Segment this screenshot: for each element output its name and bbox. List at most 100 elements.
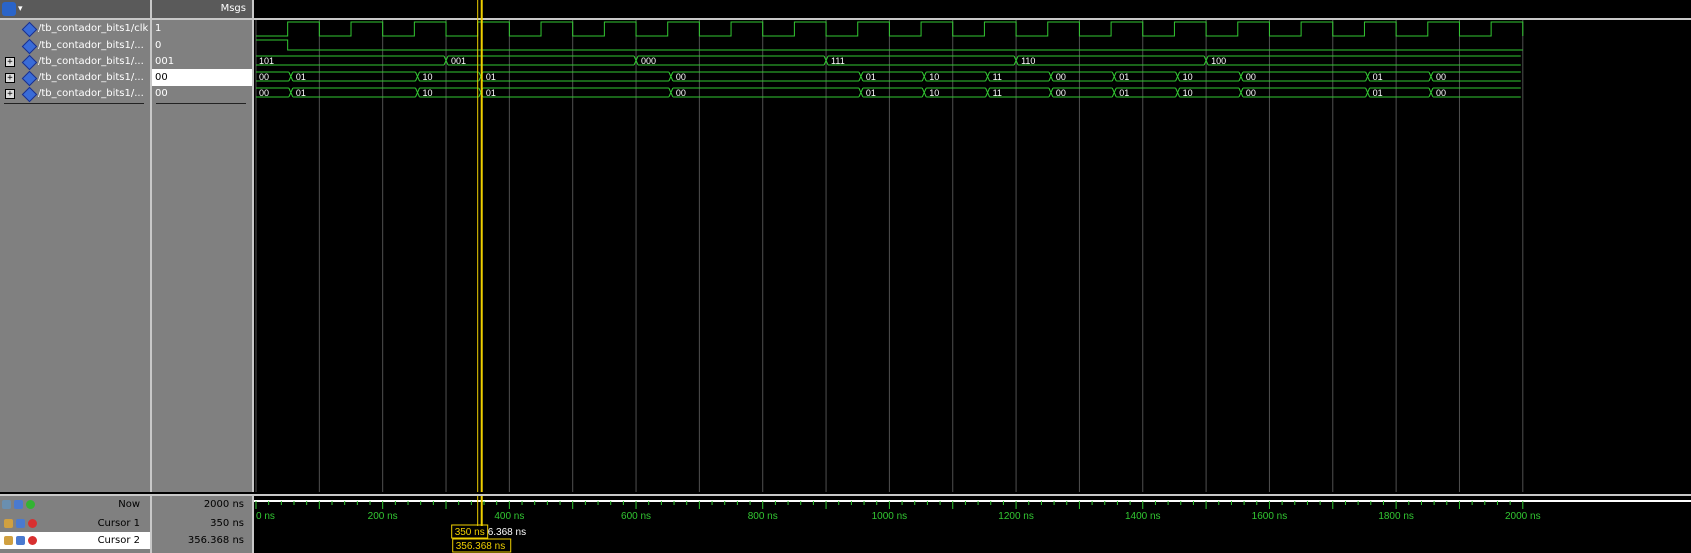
wave-toolbar-icon[interactable]	[2, 2, 16, 16]
insertion-marker	[156, 103, 246, 104]
bus-b-value-label: 11	[993, 88, 1002, 98]
cursor-row-1[interactable]: Cursor 1	[0, 515, 150, 532]
bus-b-transition	[858, 87, 864, 98]
signal-icon	[21, 70, 38, 87]
bus-b-transition	[1428, 87, 1434, 98]
timeline-tick-label: 1200 ns	[998, 511, 1034, 522]
timeline-tick-label: 1600 ns	[1252, 511, 1288, 522]
cursor-label: Cursor 2	[97, 535, 140, 546]
plus-circle-icon[interactable]	[26, 500, 35, 509]
cursor-name-pane: Now Cursor 1 Cursor 2	[0, 494, 152, 553]
bus3-value-label: 001	[451, 56, 466, 66]
bus3-value-label: 111	[831, 56, 845, 66]
cursor-flag-label: 356.368 ns	[456, 541, 506, 552]
cursor-delta-label: 6.368 ns	[488, 527, 526, 538]
bus-b-value-label: 10	[929, 88, 939, 98]
msgs-label: Msgs	[220, 3, 246, 14]
timeline-tick-label: 1400 ns	[1125, 511, 1161, 522]
bus3-value-label: 110	[1021, 56, 1035, 66]
signal-row-clk[interactable]: /tb_contador_bits1/clk	[0, 20, 150, 38]
add-cursor-icon[interactable]	[14, 500, 23, 509]
signal-icon	[21, 21, 38, 38]
bus-a-transition	[288, 71, 294, 82]
bus-b-value-label: 01	[296, 88, 306, 98]
signal-name: /tb_contador_bits1/clk	[38, 23, 149, 34]
bus-b-value-label: 01	[1373, 88, 1383, 98]
bus-a-value-label: 10	[929, 72, 939, 82]
timeline-tick-label: 800 ns	[748, 511, 778, 522]
bus-a-transition	[1428, 71, 1434, 82]
signal-icon	[21, 86, 38, 103]
timeline-tick-label: 2000 ns	[1505, 511, 1541, 522]
signal-row-3[interactable]: + /tb_contador_bits1/...	[0, 53, 150, 71]
expand-plus-icon[interactable]: +	[5, 57, 15, 67]
timeline-pane[interactable]: 0 ns 200 ns 400 ns 600 ns 800 ns 1000 ns 1200 …	[254, 494, 1691, 553]
remove-cursor-icon[interactable]	[28, 536, 37, 545]
bus-b-value-label: 00	[1246, 88, 1256, 98]
bus-b-transition	[1111, 87, 1117, 98]
clk-waveform	[256, 21, 1524, 37]
bus-b-value-label: 00	[1436, 88, 1446, 98]
now-label: Now	[118, 499, 140, 510]
signal-value-selected: 00	[152, 69, 252, 86]
signal-row-5[interactable]: + /tb_contador_bits1/...	[0, 85, 150, 103]
expand-plus-icon[interactable]: +	[5, 73, 15, 83]
signal-icon	[21, 54, 38, 71]
wave-window[interactable]: 101 001 000 111 110 100 00 01 10 01 00 01 10 11 00 01 10…	[254, 0, 1691, 492]
values-header: Msgs	[152, 0, 252, 20]
bus-a-value-label: 10	[423, 72, 433, 82]
cursor-row-2[interactable]: Cursor 2	[0, 532, 150, 549]
now-value: 2000 ns	[203, 499, 244, 510]
bus-b-value-label: 01	[1119, 88, 1129, 98]
bus-a-value-label: 00	[259, 72, 269, 82]
bus-a-transition	[858, 71, 864, 82]
wrench-icon[interactable]	[16, 519, 25, 528]
waveform-canvas[interactable]: 101 001 000 111 110 10000 01 10 01 00 01 10 11 00 01 10…	[254, 0, 1691, 492]
bus-b-transition	[415, 87, 420, 98]
bus-a-transition	[1048, 71, 1054, 82]
bus-b-transition	[1238, 87, 1244, 98]
lock-icon[interactable]	[4, 519, 13, 528]
signal-value-pane: Msgs 1 0 001 00 00	[152, 0, 254, 492]
timeline-tick-label: 200 ns	[368, 511, 398, 522]
bus-b-transition	[921, 87, 927, 98]
insertion-marker	[4, 103, 144, 104]
cursor-label: Cursor 1	[97, 518, 140, 529]
bus-a-value-label: 01	[1119, 72, 1129, 82]
signal-name: /tb_contador_bits1/...	[38, 88, 144, 99]
timeline-tick-label: 1000 ns	[872, 511, 908, 522]
timeline-tick-label: 1800 ns	[1378, 511, 1414, 522]
bus-a-value-label: 01	[486, 72, 496, 82]
cursor-value: 350 ns	[210, 518, 244, 529]
expand-plus-icon[interactable]: +	[5, 89, 15, 99]
bus-a-transition	[921, 71, 927, 82]
bus-b-transition	[1048, 87, 1054, 98]
signal-row-4[interactable]: + /tb_contador_bits1/...	[0, 69, 150, 87]
bus-a-value-label: 01	[1373, 72, 1383, 82]
bus-a-value-label: 00	[676, 72, 686, 82]
bus3-value-label: 101	[259, 56, 274, 66]
chevron-down-icon[interactable]: ▾	[18, 4, 23, 14]
bus-b-value-label: 10	[1183, 88, 1193, 98]
cursor-value: 356.368 ns	[187, 535, 244, 546]
wrench-icon[interactable]	[16, 536, 25, 545]
bus-a-transition	[985, 71, 991, 82]
now-row: Now	[0, 496, 150, 513]
wave-tool-icon[interactable]	[2, 500, 11, 509]
bus-b-transition	[985, 87, 991, 98]
remove-cursor-icon[interactable]	[28, 519, 37, 528]
timeline-canvas[interactable]: 0 ns 200 ns 400 ns 600 ns 800 ns 1000 ns 1200 …	[254, 496, 1691, 553]
signal-value: 001	[155, 56, 175, 67]
bus-a-transition	[1111, 71, 1117, 82]
signal-row-2[interactable]: /tb_contador_bits1/...	[0, 37, 150, 55]
bus-b-value-label: 00	[676, 88, 686, 98]
bus-b-transition	[668, 87, 674, 98]
timeline-tick-label: 400 ns	[494, 511, 524, 522]
timeline-tick-label: 600 ns	[621, 511, 651, 522]
bus-a-transition	[1175, 71, 1181, 82]
bus-b-value-label: 00	[259, 88, 269, 98]
bus-a-value-label: 01	[296, 72, 306, 82]
bus-a-transition	[415, 71, 420, 82]
bus-b-transition	[288, 87, 294, 98]
lock-icon[interactable]	[4, 536, 13, 545]
